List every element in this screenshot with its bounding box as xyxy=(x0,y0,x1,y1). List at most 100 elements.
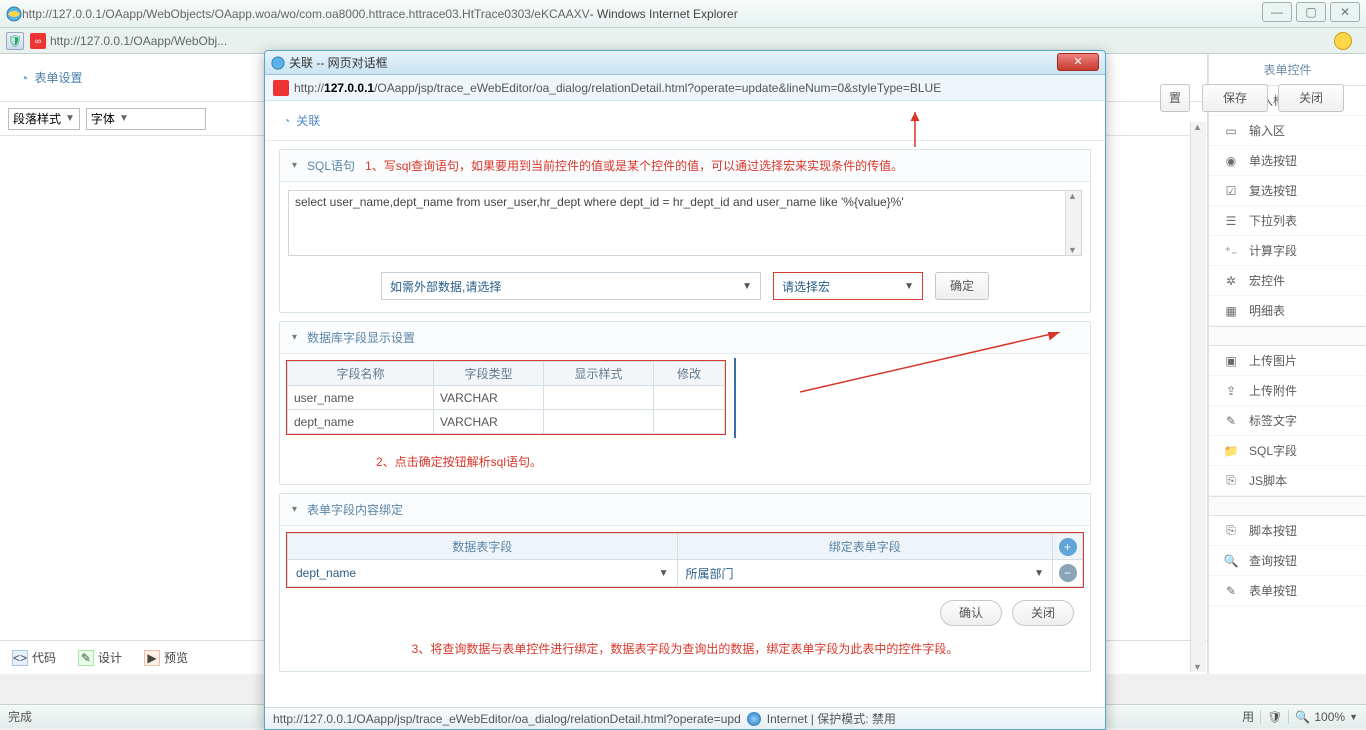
annotation-3: 3、将查询数据与表单控件进行绑定，数据表字段为查询出的数据，绑定表单字段为此表中… xyxy=(280,632,1090,671)
widget-label: 输入区 xyxy=(1249,122,1285,139)
widget-icon: ⎘ xyxy=(1223,473,1239,488)
widget-label: 上传附件 xyxy=(1249,382,1297,399)
delete-row-button[interactable]: − xyxy=(1059,564,1077,582)
smiley-icon[interactable] xyxy=(1334,32,1352,50)
dialog-close-button-2[interactable]: 关闭 xyxy=(1012,600,1074,626)
font-select[interactable]: 字体▼ xyxy=(86,108,206,130)
dialog-status-bar: http://127.0.0.1/OAapp/jsp/trace_eWebEdi… xyxy=(265,707,1105,729)
table-header-row: 数据表字段 绑定表单字段 + xyxy=(288,534,1083,560)
bind-panel-header[interactable]: ▾ 表单字段内容绑定 xyxy=(280,494,1090,526)
data-field-select[interactable]: dept_name▼ xyxy=(288,560,677,586)
field-table: 字段名称 字段类型 显示样式 修改 user_nameVARCHAR dept_… xyxy=(286,360,726,435)
widget-label: 明细表 xyxy=(1249,302,1285,319)
dialog-title-bar[interactable]: 关联 -- 网页对话框 ✕ xyxy=(265,51,1105,75)
widget-label: 单选按钮 xyxy=(1249,152,1297,169)
widget-item[interactable]: ▭输入区 xyxy=(1209,116,1366,146)
widget-label: 下拉列表 xyxy=(1249,212,1297,229)
zoom-control[interactable]: 🔍100%▼ xyxy=(1295,710,1358,724)
window-maximize-button[interactable]: ▢ xyxy=(1296,2,1326,22)
widget-item[interactable]: ✲宏控件 xyxy=(1209,266,1366,296)
dialog-url: http://127.0.0.1/OAapp/jsp/trace_eWebEdi… xyxy=(294,81,941,95)
close-button[interactable]: 关闭 xyxy=(1278,84,1344,112)
widget-item[interactable]: 🔍查询按钮 xyxy=(1209,546,1366,576)
widget-icon: ⎘ xyxy=(1223,523,1239,538)
widget-item[interactable]: ▣ 上传图片 xyxy=(1209,346,1366,376)
widget-item[interactable]: ✎ 表单按钮 xyxy=(1209,576,1366,606)
widget-item[interactable]: 📁SQL字段 xyxy=(1209,436,1366,466)
bg-unknown-button[interactable]: 置 xyxy=(1160,84,1190,112)
widget-label: SQL字段 xyxy=(1249,442,1297,459)
dialog-body: ◔ 关联 ▾ SQL语句 1、写sql查询语句，如果要用到当前控件的值或是某个控… xyxy=(265,101,1105,707)
dialog-head-label: 关联 xyxy=(296,112,320,129)
table-row[interactable]: user_nameVARCHAR xyxy=(288,386,725,410)
db-field-panel-label: 数据库字段显示设置 xyxy=(307,329,415,346)
design-mode-button[interactable]: ✎设计 xyxy=(78,649,122,666)
code-mode-button[interactable]: <>代码 xyxy=(12,649,56,666)
relation-dialog: 关联 -- 网页对话框 ✕ http://127.0.0.1/OAapp/jsp… xyxy=(264,50,1106,730)
widget-label: 上传图片 xyxy=(1249,352,1297,369)
dialog-url-bar: http://127.0.0.1/OAapp/jsp/trace_eWebEdi… xyxy=(265,75,1105,101)
shield-icon[interactable]: 🛡 xyxy=(6,32,24,50)
form-field-select[interactable]: 所属部门▼ xyxy=(678,560,1052,586)
ie-status-right: 用 xyxy=(1242,708,1254,725)
widget-label: 表单按钮 xyxy=(1249,582,1297,599)
add-row-button[interactable]: + xyxy=(1059,538,1077,556)
tab-text[interactable]: http://127.0.0.1/OAapp/WebObj... xyxy=(50,34,227,48)
window-minimize-button[interactable]: ― xyxy=(1262,2,1292,22)
window-close-button[interactable]: ✕ xyxy=(1330,2,1360,22)
widget-item[interactable]: ☰下拉列表 xyxy=(1209,206,1366,236)
col-field-type: 字段类型 xyxy=(434,362,544,386)
ie-icon xyxy=(271,56,285,70)
widget-label: 计算字段 xyxy=(1249,242,1297,259)
editor-scrollbar[interactable]: ▲ ▼ xyxy=(1190,122,1206,672)
widget-item[interactable]: ▦明细表 xyxy=(1209,296,1366,326)
widget-item[interactable]: ⁺₋ 计算字段 xyxy=(1209,236,1366,266)
widget-label: 宏控件 xyxy=(1249,272,1285,289)
widget-item[interactable]: ◉ 单选按钮 xyxy=(1209,146,1366,176)
save-button[interactable]: 保存 xyxy=(1202,84,1268,112)
editor-header-label: 表单设置 xyxy=(34,69,82,86)
widget-icon: ▣ xyxy=(1223,354,1239,368)
sql-text: select user_name,dept_name from user_use… xyxy=(295,195,904,209)
paragraph-style-select[interactable]: 段落样式▼ xyxy=(8,108,80,130)
dialog-close-button[interactable]: ✕ xyxy=(1057,53,1099,71)
favicon-icon xyxy=(273,80,289,96)
col-modify: 修改 xyxy=(654,362,725,386)
widget-item[interactable]: ⇪上传附件 xyxy=(1209,376,1366,406)
bind-panel-label: 表单字段内容绑定 xyxy=(307,501,403,518)
sql-panel-header[interactable]: ▾ SQL语句 1、写sql查询语句，如果要用到当前控件的值或是某个控件的值，可… xyxy=(280,150,1090,182)
widget-icon: 🔍 xyxy=(1223,554,1239,568)
dialog-action-row: 确认 关闭 xyxy=(280,594,1090,632)
separator-bar xyxy=(734,358,736,438)
sql-textarea[interactable]: select user_name,dept_name from user_use… xyxy=(288,190,1082,256)
widget-item[interactable]: ⎘JS脚本 xyxy=(1209,466,1366,496)
widget-label: 复选按钮 xyxy=(1249,182,1297,199)
dialog-title: 关联 -- 网页对话框 xyxy=(289,54,388,71)
table-row[interactable]: dept_nameVARCHAR xyxy=(288,410,725,434)
macro-select[interactable]: 请选择宏▼ xyxy=(773,272,923,300)
protected-mode-icon: 🛡 xyxy=(1267,710,1282,724)
triangle-down-icon: ▾ xyxy=(292,160,297,171)
dialog-status-zone: Internet | 保护模式: 禁用 xyxy=(767,710,896,727)
sql-panel: ▾ SQL语句 1、写sql查询语句，如果要用到当前控件的值或是某个控件的值，可… xyxy=(279,149,1091,313)
chevron-right-icon: ◔ xyxy=(20,70,28,86)
col-form-field: 绑定表单字段 xyxy=(677,534,1052,560)
widget-item[interactable]: ☑复选按钮 xyxy=(1209,176,1366,206)
widget-icon: ⁺₋ xyxy=(1223,244,1239,258)
sql-scrollbar[interactable] xyxy=(1065,191,1081,255)
col-field-name: 字段名称 xyxy=(288,362,434,386)
preview-mode-button[interactable]: ▶预览 xyxy=(144,649,188,666)
bind-table: 数据表字段 绑定表单字段 + dept_name▼ 所属部门▼ − xyxy=(286,532,1084,588)
triangle-down-icon: ▾ xyxy=(292,332,297,343)
table-header-row: 字段名称 字段类型 显示样式 修改 xyxy=(288,362,725,386)
widget-icon: ◉ xyxy=(1223,154,1239,168)
db-field-panel-header[interactable]: ▾ 数据库字段显示设置 xyxy=(280,322,1090,354)
sql-ok-button[interactable]: 确定 xyxy=(935,272,989,300)
widget-item[interactable]: ⎘脚本按钮 xyxy=(1209,516,1366,546)
widget-item[interactable]: ✎标签文字 xyxy=(1209,406,1366,436)
sql-panel-label: SQL语句 xyxy=(307,157,355,174)
confirm-button[interactable]: 确认 xyxy=(940,600,1002,626)
external-data-select[interactable]: 如需外部数据,请选择▼ xyxy=(381,272,761,300)
col-display-style: 显示样式 xyxy=(544,362,654,386)
widget-icon: ✎ xyxy=(1223,584,1239,598)
